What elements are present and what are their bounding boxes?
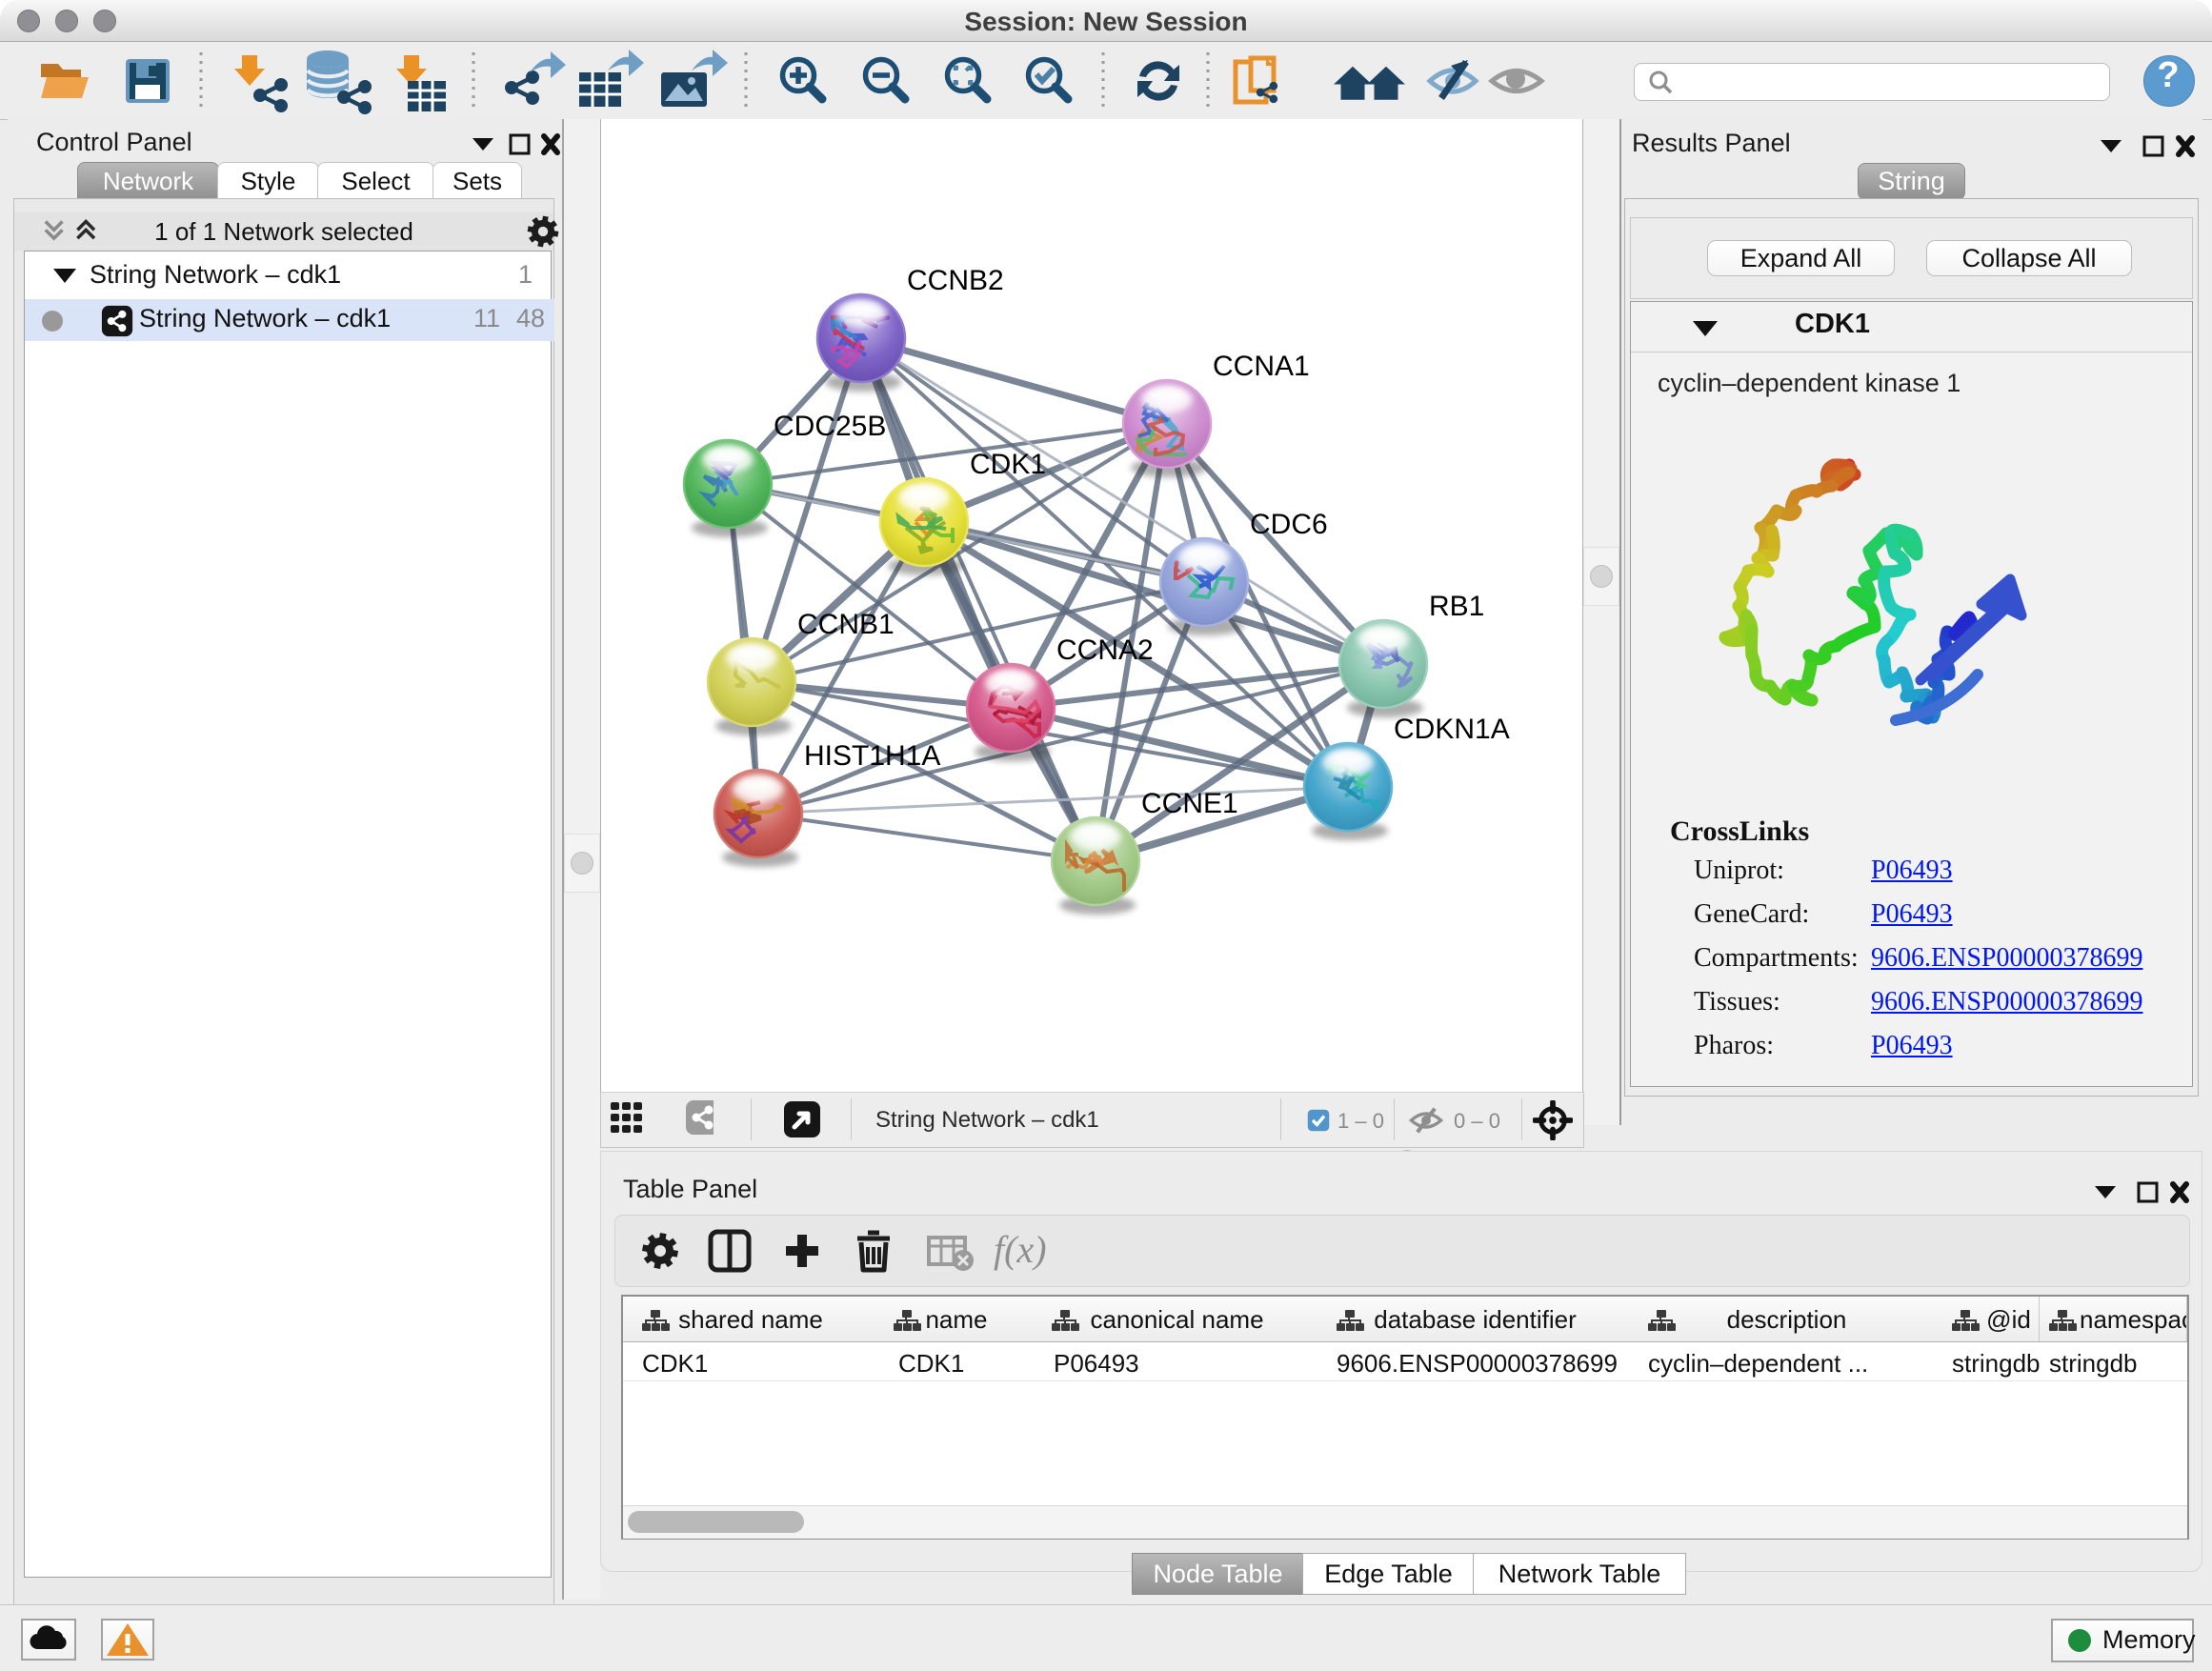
svg-text:CCNB1: CCNB1 — [797, 609, 895, 640]
svg-text:HIST1H1A: HIST1H1A — [804, 740, 940, 772]
svg-text:CDC6: CDC6 — [1250, 509, 1328, 540]
svg-text:f(x): f(x) — [994, 1228, 1047, 1271]
svg-text:CCNB2: CCNB2 — [907, 265, 1004, 296]
svg-text:CCNA1: CCNA1 — [1213, 351, 1310, 382]
svg-text:CCNE1: CCNE1 — [1141, 788, 1238, 819]
svg-text:CDC25B: CDC25B — [774, 411, 886, 442]
svg-text:CDK1: CDK1 — [970, 449, 1046, 480]
svg-text:CDKN1A: CDKN1A — [1394, 714, 1510, 745]
svg-text:CCNA2: CCNA2 — [1056, 634, 1154, 666]
svg-text:RB1: RB1 — [1429, 591, 1484, 622]
